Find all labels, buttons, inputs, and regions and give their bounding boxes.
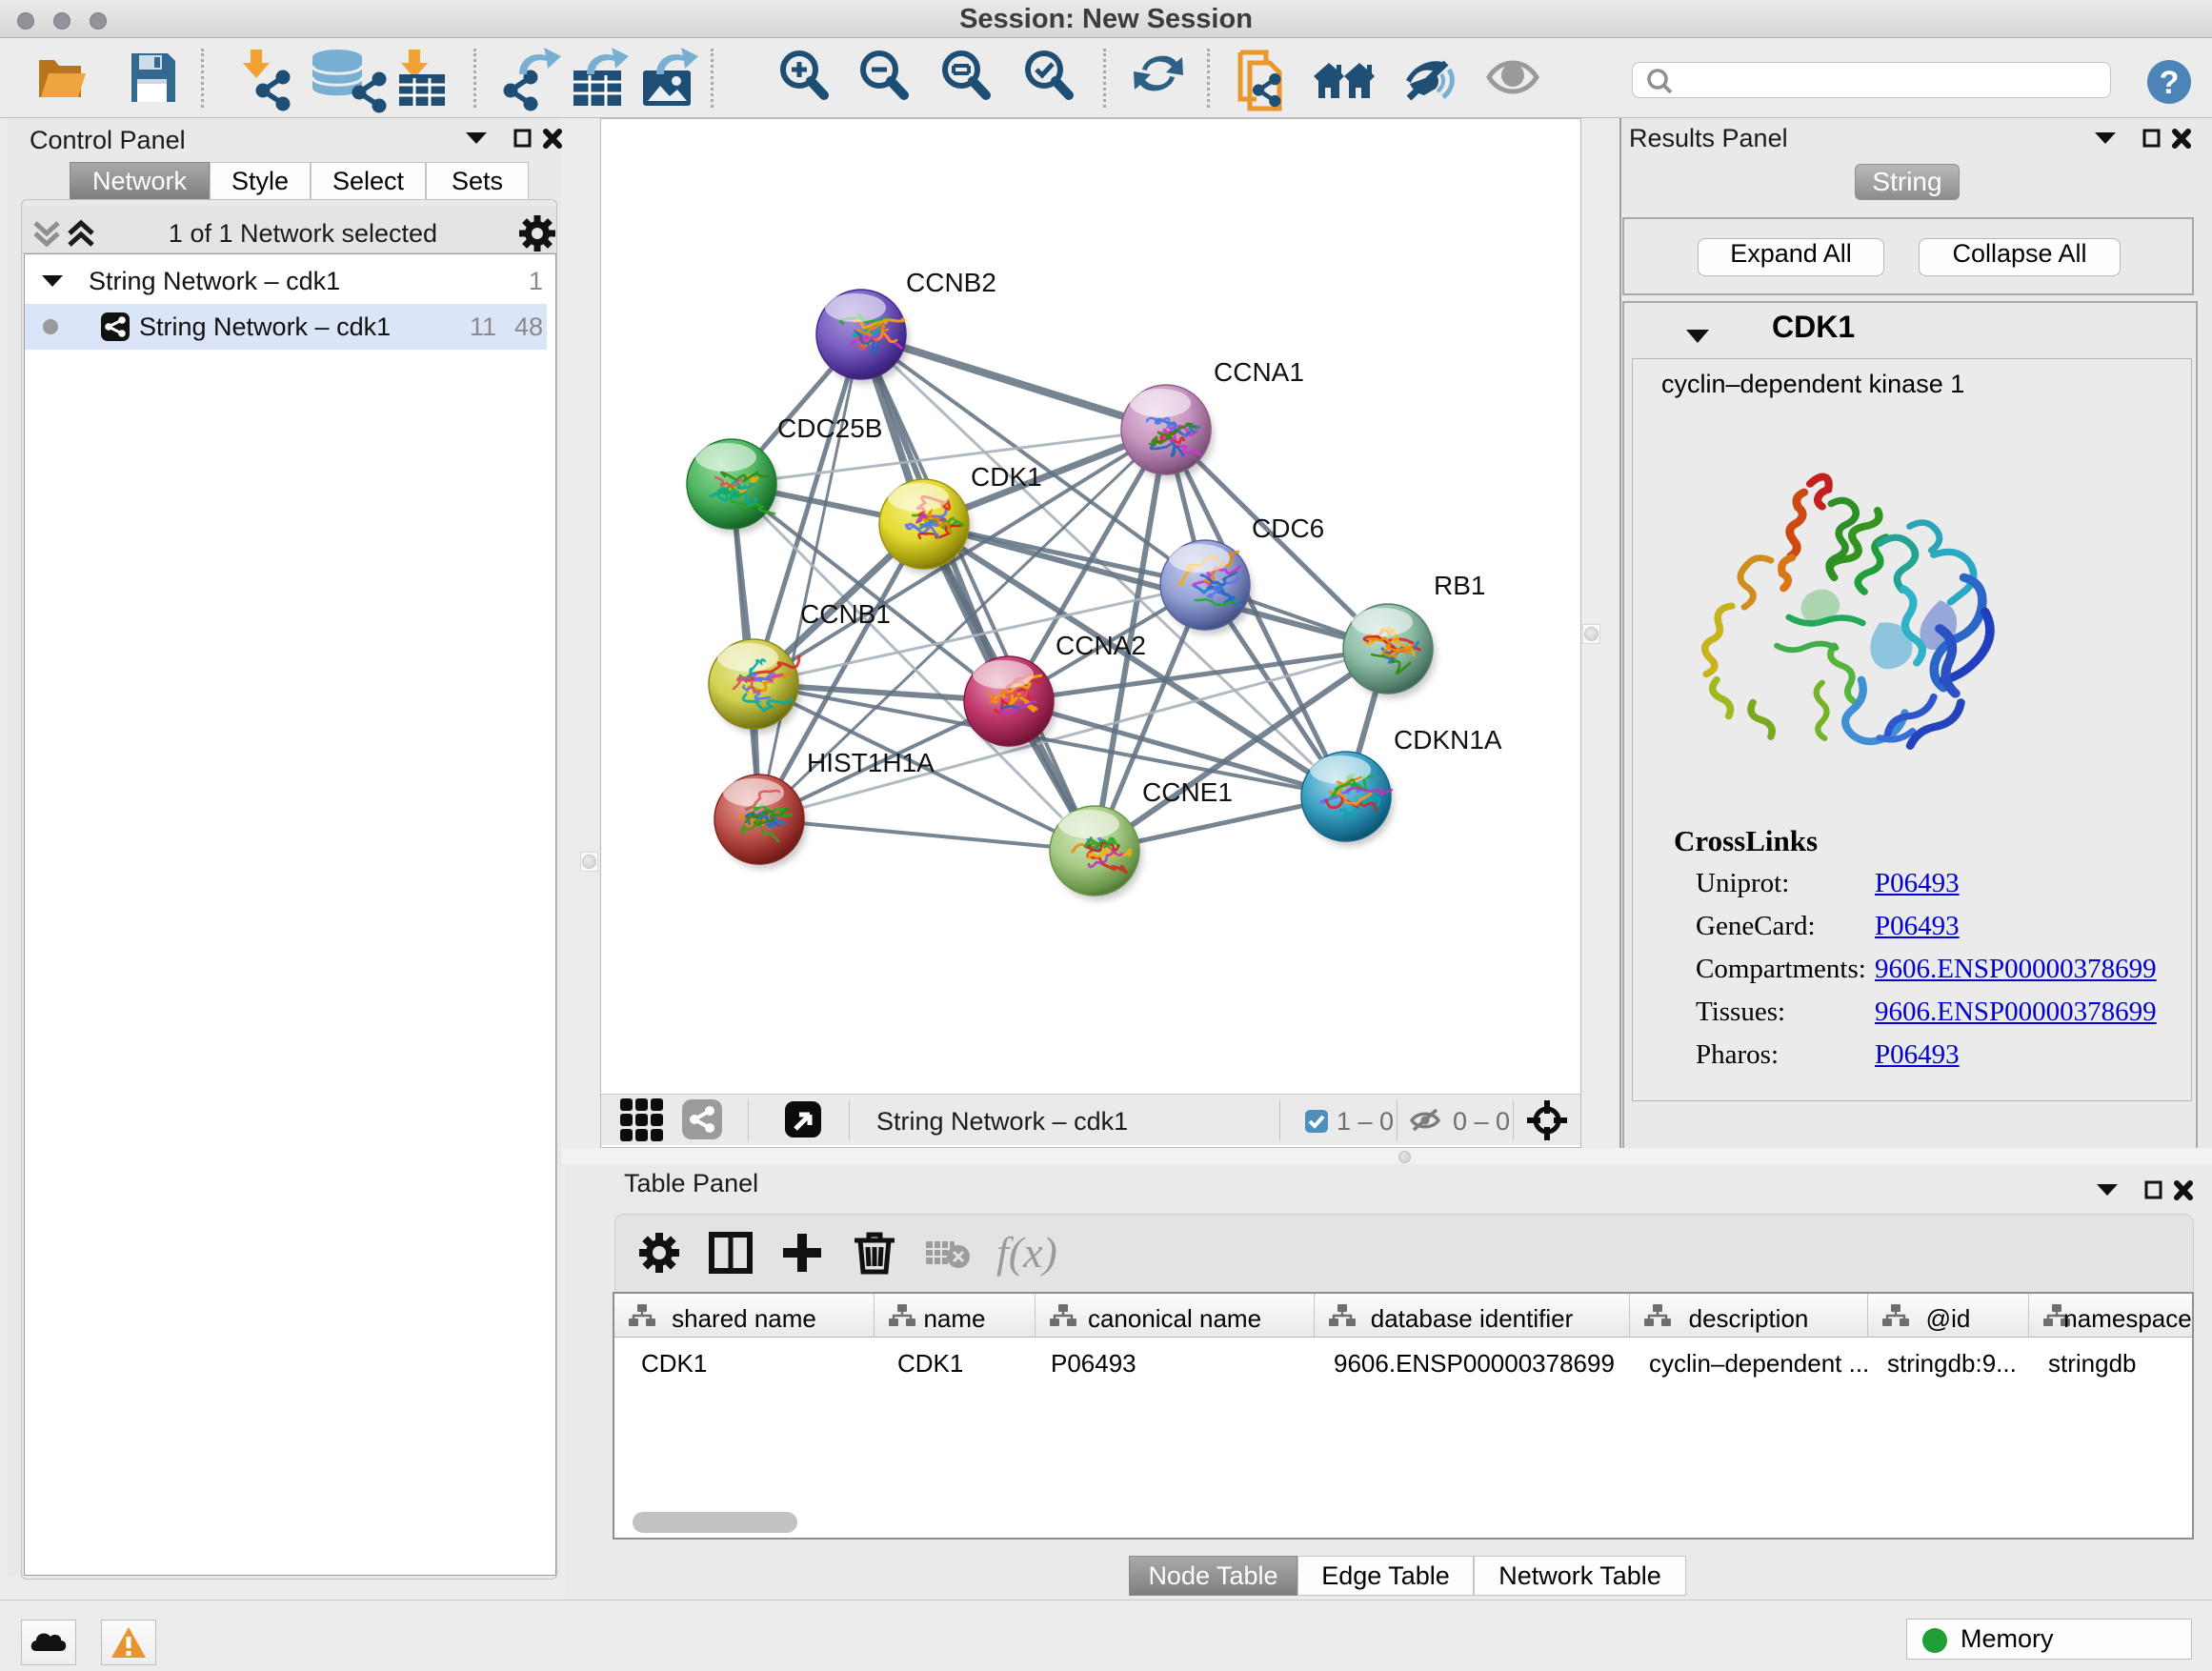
- svg-text:11: 11: [470, 312, 496, 341]
- svg-text:1 – 0: 1 – 0: [1337, 1107, 1394, 1136]
- svg-text:String Network – cdk1: String Network – cdk1: [139, 312, 391, 341]
- svg-text:48: 48: [514, 312, 543, 341]
- svg-text:CDC25B: CDC25B: [777, 413, 882, 443]
- svg-text:?: ?: [2160, 65, 2180, 101]
- svg-text:CDK1: CDK1: [971, 462, 1042, 492]
- svg-text:RB1: RB1: [1434, 571, 1485, 600]
- svg-text:CCNA2: CCNA2: [1056, 631, 1146, 660]
- svg-text:String Network – cdk1: String Network – cdk1: [89, 267, 340, 295]
- svg-text:f(x): f(x): [996, 1228, 1057, 1277]
- svg-text:0 – 0: 0 – 0: [1453, 1107, 1510, 1136]
- svg-text:CCNE1: CCNE1: [1142, 777, 1233, 807]
- svg-text:CCNA1: CCNA1: [1214, 357, 1304, 387]
- svg-text:HIST1H1A: HIST1H1A: [807, 748, 935, 777]
- svg-text:CCNB1: CCNB1: [800, 599, 891, 629]
- svg-text:CCNB2: CCNB2: [906, 268, 996, 297]
- svg-text:CDKN1A: CDKN1A: [1394, 725, 1502, 755]
- svg-text:CDC6: CDC6: [1252, 513, 1324, 543]
- svg-text:1: 1: [529, 267, 543, 295]
- svg-text:1 of 1 Network selected: 1 of 1 Network selected: [169, 219, 437, 248]
- svg-text:String Network – cdk1: String Network – cdk1: [876, 1107, 1128, 1136]
